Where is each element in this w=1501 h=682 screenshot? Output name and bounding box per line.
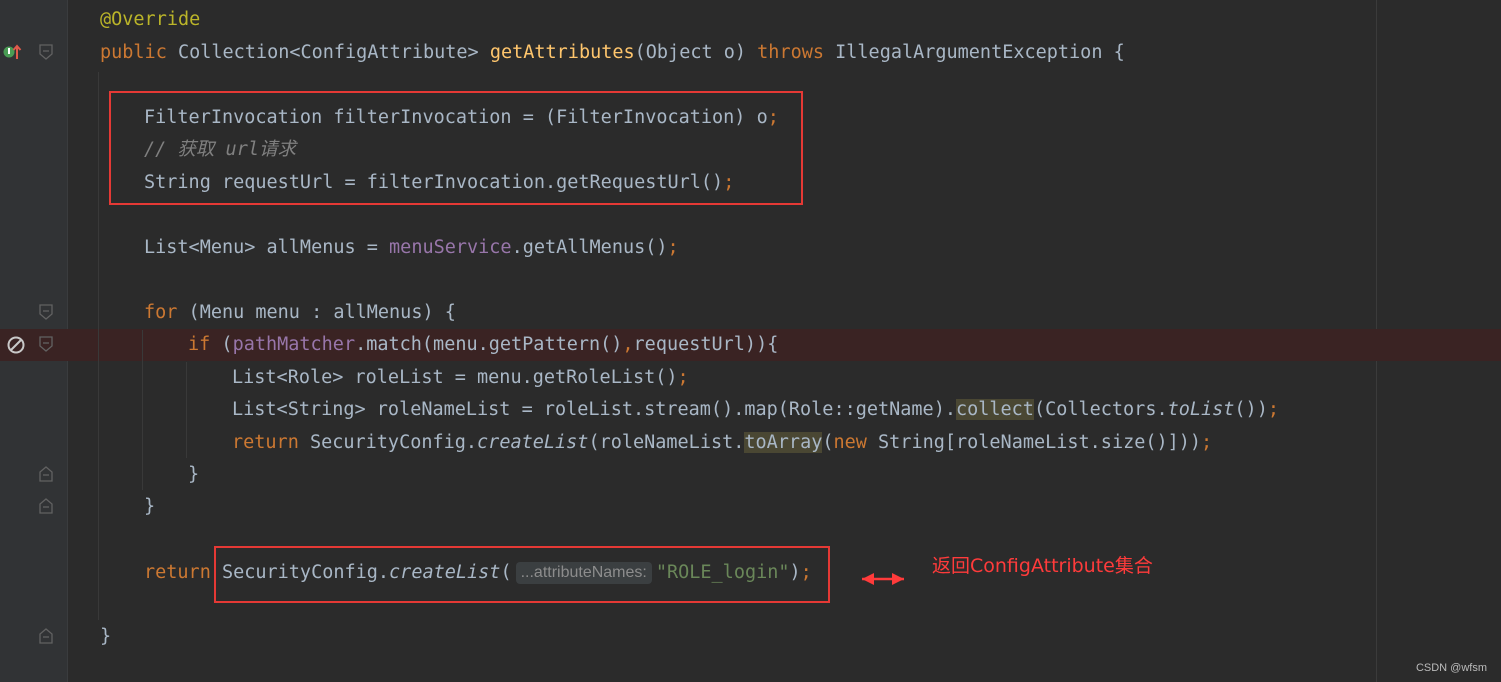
code-line-role-name-list[interactable]: List<String> roleNameList = roleList.str… [232,394,1279,426]
indent-guide [98,72,99,620]
code-line-close-for[interactable]: } [144,491,155,523]
highlight-box-return [214,546,830,603]
code-line-return-create-list[interactable]: return SecurityConfig.createList(roleNam… [232,427,1212,459]
code-line-if-match[interactable]: if (pathMatcher.match(menu.getPattern(),… [188,329,778,361]
fold-end-marker-icon[interactable] [38,497,54,515]
disabled-breakpoint-icon[interactable] [6,335,26,355]
code-line-method-signature[interactable]: public Collection<ConfigAttribute> getAt… [100,37,1125,69]
code-line-close-method[interactable]: } [100,621,111,653]
fold-marker-icon[interactable] [38,43,54,61]
fold-marker-icon[interactable] [38,303,54,321]
code-line-role-list[interactable]: List<Role> roleList = menu.getRoleList()… [232,362,689,394]
code-line-all-menus[interactable]: List<Menu> allMenus = menuService.getAll… [144,232,679,264]
indent-guide [186,362,187,458]
code-line-close-if[interactable]: } [188,459,199,491]
annotation-note: 返回ConfigAttribute集合 [932,555,1153,577]
watermark: CSDN @wfsm [1415,662,1487,674]
fold-end-marker-icon[interactable] [38,465,54,483]
fold-end-marker-icon[interactable] [38,627,54,645]
red-arrow-icon [862,573,904,585]
fold-marker-icon[interactable] [38,335,54,353]
indent-guide [142,330,143,490]
override-method-icon[interactable] [2,43,22,61]
code-line-annotation[interactable]: @Override [100,4,200,36]
code-line-for-loop[interactable]: for (Menu menu : allMenus) { [144,297,456,329]
highlight-box-request-url [109,91,803,205]
